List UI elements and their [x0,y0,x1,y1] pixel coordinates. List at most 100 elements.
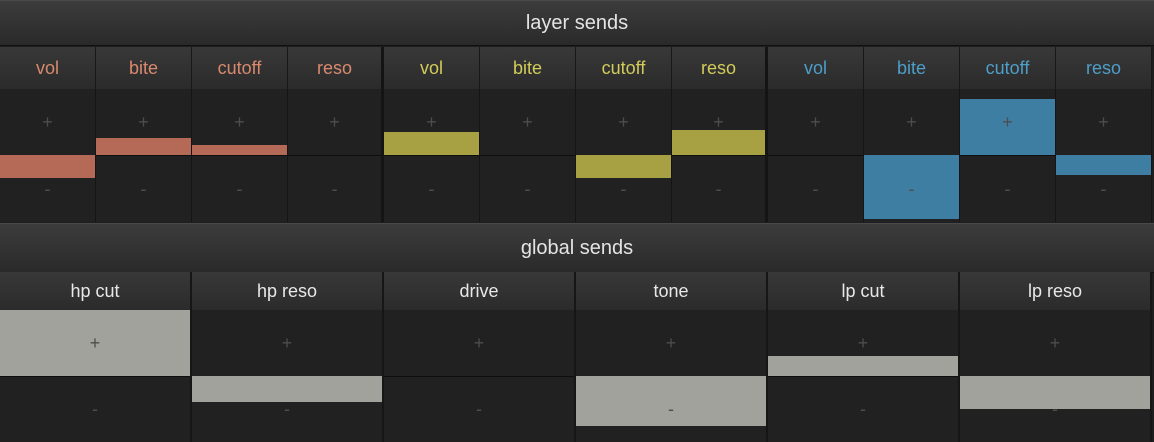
global-tone-label: tone [576,272,768,310]
plus-icon: + [618,112,629,132]
send-amount-bar [576,155,671,178]
layer1-reso-send[interactable]: + - [288,89,384,222]
layer1-reso-label: reso [288,47,384,89]
plus-icon: + [665,333,677,353]
zero-line [192,155,287,156]
layer2-reso-label: reso [672,47,768,89]
layer1-vol-label: vol [0,47,96,89]
layer1-cutoff-send[interactable]: + - [192,89,288,222]
minus-icon: - [1052,399,1058,419]
layer-sends-sliders: + - + - + - + - + - + - + - + - + - + - + - + - [0,89,1154,222]
minus-icon: - [1004,179,1011,199]
plus-icon: + [1002,112,1013,132]
layer1-cutoff-label: cutoff [192,47,288,89]
layer1-vol-send[interactable]: + - [0,89,96,222]
plus-icon: + [810,112,821,132]
layer3-bite-send[interactable]: + - [864,89,960,222]
layer3-reso-send[interactable]: + - [1056,89,1152,222]
layer2-bite-send[interactable]: + - [480,89,576,222]
zero-line [480,155,575,156]
zero-line [768,155,863,156]
global-lp-reso-send[interactable]: + - [960,310,1152,442]
layer3-cutoff-label: cutoff [960,47,1056,89]
zero-line [384,376,574,377]
layer2-cutoff-label: cutoff [576,47,672,89]
send-amount-bar [672,130,765,155]
plus-icon: + [138,112,149,132]
minus-icon: - [1100,179,1107,199]
minus-icon: - [92,399,98,419]
global-sends-labels: hp cut hp reso drive tone lp cut lp reso [0,272,1154,310]
plus-icon: + [329,112,340,132]
minus-icon: - [428,179,435,199]
zero-line [96,155,191,156]
layer3-vol-send[interactable]: + - [768,89,864,222]
minus-icon: - [140,179,147,199]
send-amount-bar [96,138,191,155]
send-amount-bar [768,356,958,376]
zero-line [768,376,958,377]
global-lp-reso-label: lp reso [960,272,1152,310]
layer3-bite-label: bite [864,47,960,89]
minus-icon: - [524,179,531,199]
plus-icon: + [713,112,724,132]
plus-icon: + [906,112,917,132]
minus-icon: - [620,179,627,199]
layer-sends-header: layer sends [0,0,1154,46]
layer3-reso-label: reso [1056,47,1152,89]
global-tone-send[interactable]: + - [576,310,768,442]
zero-line [384,155,479,156]
layer2-cutoff-send[interactable]: + - [576,89,672,222]
global-lp-cut-send[interactable]: + - [768,310,960,442]
plus-icon: + [281,333,293,353]
global-sends-header: global sends [0,223,1154,273]
plus-icon: + [234,112,245,132]
zero-line [0,376,190,377]
layer3-vol-label: vol [768,47,864,89]
global-hp-cut-send[interactable]: + - [0,310,192,442]
plus-icon: + [1098,112,1109,132]
minus-icon: - [812,179,819,199]
plus-icon: + [857,333,869,353]
minus-icon: - [236,179,243,199]
zero-line [288,155,381,156]
layer-sends-title: layer sends [525,11,629,34]
layer1-bite-send[interactable]: + - [96,89,192,222]
global-hp-cut-label: hp cut [0,272,192,310]
send-amount-bar [0,155,95,178]
plus-icon: + [522,112,533,132]
global-hp-reso-label: hp reso [192,272,384,310]
minus-icon: - [284,399,290,419]
layer2-bite-label: bite [480,47,576,89]
layer2-vol-send[interactable]: + - [384,89,480,222]
global-drive-send[interactable]: + - [384,310,576,442]
layer1-bite-label: bite [96,47,192,89]
send-amount-bar [384,132,479,155]
plus-icon: + [473,333,485,353]
global-sends-sliders: + - + - + - + - + - + - [0,310,1154,442]
send-amount-bar [192,145,287,155]
minus-icon: - [476,399,482,419]
minus-icon: - [860,399,866,419]
sends-panel: layer sends vol bite cutoff reso vol bite cuto… [0,0,1154,442]
layer-sends-labels: vol bite cutoff reso vol bite cutoff reso vol bit… [0,47,1154,89]
layer3-cutoff-send[interactable]: + - [960,89,1056,222]
minus-icon: - [331,179,338,199]
minus-icon: - [715,179,722,199]
zero-line [960,155,1055,156]
minus-icon: - [668,399,674,419]
send-amount-bar [1056,155,1151,175]
global-sends-title: global sends [520,236,634,259]
minus-icon: - [908,179,915,199]
plus-icon: + [89,333,101,353]
global-drive-label: drive [384,272,576,310]
minus-icon: - [44,179,51,199]
layer2-reso-send[interactable]: + - [672,89,768,222]
plus-icon: + [426,112,437,132]
layer2-vol-label: vol [384,47,480,89]
zero-line [672,155,765,156]
global-lp-cut-label: lp cut [768,272,960,310]
plus-icon: + [1049,333,1061,353]
plus-icon: + [42,112,53,132]
global-hp-reso-send[interactable]: + - [192,310,384,442]
